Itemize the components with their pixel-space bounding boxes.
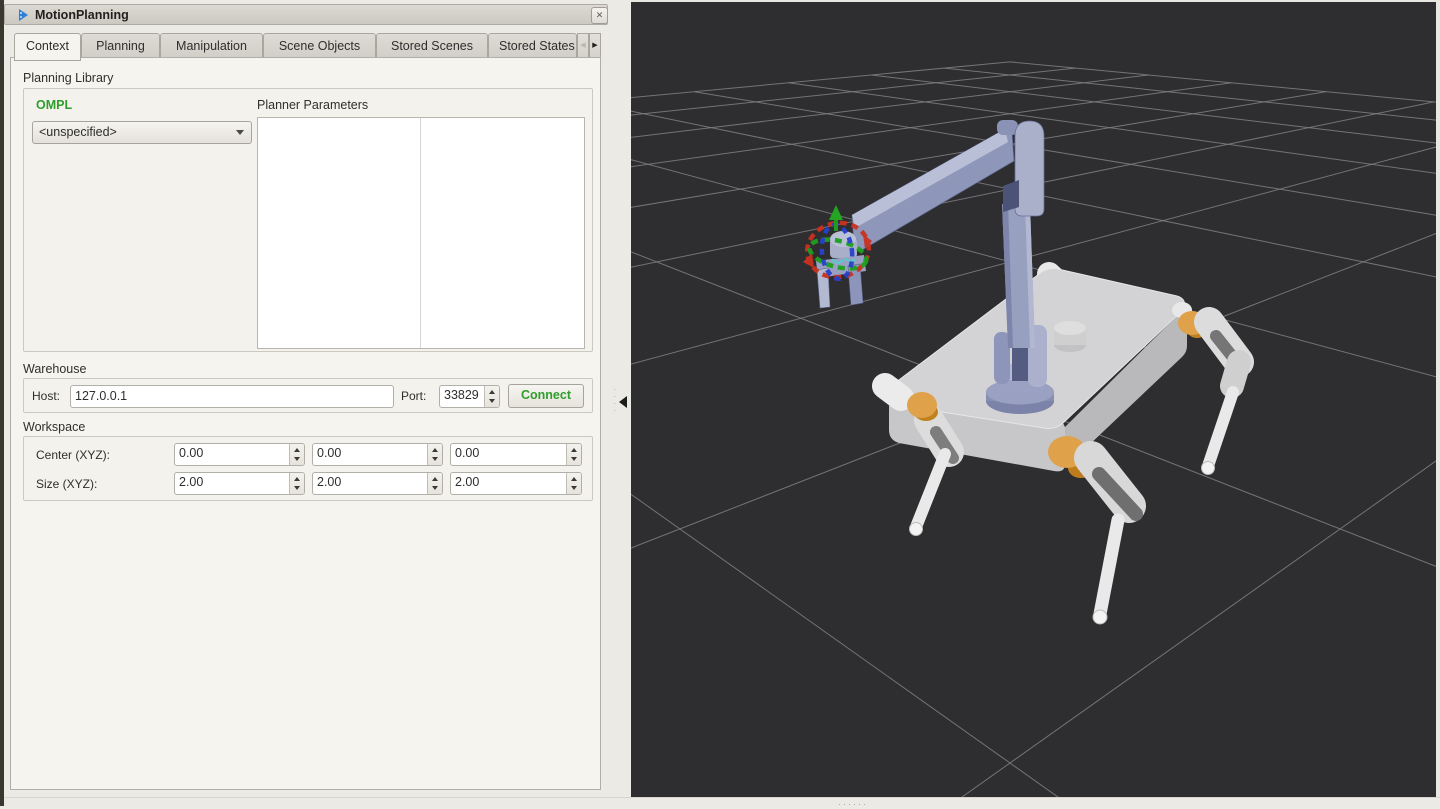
spinner-buttons[interactable] — [427, 444, 442, 465]
planner-parameters-table[interactable] — [257, 117, 585, 349]
motion-planning-panel: MotionPlanning ✕ Context Planning Manipu… — [4, 4, 608, 790]
workspace-group: Center (XYZ): 0.00 0.00 0.00 Size (XYZ):… — [23, 436, 593, 501]
tab-stored-scenes[interactable]: Stored Scenes — [376, 33, 488, 58]
spin-up-icon[interactable] — [432, 477, 438, 481]
tab-context[interactable]: Context — [14, 33, 81, 61]
port-value: 33829 — [444, 388, 479, 402]
table-column-divider — [420, 118, 421, 348]
spin-up-icon[interactable] — [571, 448, 577, 452]
planning-library-heading: Planning Library — [23, 71, 114, 85]
tab-stored-states[interactable]: Stored States — [488, 33, 577, 58]
rear-right-leg — [1172, 302, 1254, 475]
tab-scene-objects[interactable]: Scene Objects — [263, 33, 376, 58]
spin-down-icon[interactable] — [432, 457, 438, 461]
spin-down-icon[interactable] — [571, 457, 577, 461]
center-y-value: 0.00 — [317, 446, 342, 460]
spin-up-icon[interactable] — [489, 390, 495, 394]
spin-down-icon[interactable] — [489, 399, 495, 403]
size-z-value: 2.00 — [455, 475, 480, 489]
chevron-down-icon — [236, 130, 244, 135]
splitter-grip-dots: · · · · — [613, 385, 617, 415]
context-tab-page: Planning Library OMPL <unspecified> Plan… — [10, 57, 601, 790]
planner-combo[interactable]: <unspecified> — [32, 121, 252, 144]
warehouse-group: Host: 127.0.0.1 Port: 33829 Connect — [23, 378, 593, 413]
spinner-buttons[interactable] — [289, 444, 304, 465]
spin-down-icon[interactable] — [294, 486, 300, 490]
panel-splitter[interactable]: · · · · — [608, 0, 631, 797]
spin-down-icon[interactable] — [432, 486, 438, 490]
center-xyz-label: Center (XYZ): — [36, 448, 111, 462]
library-name-label: OMPL — [36, 98, 73, 112]
center-x-value: 0.00 — [179, 446, 204, 460]
panel-titlebar[interactable]: MotionPlanning ✕ — [4, 4, 608, 25]
tab-planning[interactable]: Planning — [81, 33, 160, 58]
size-z-spinbox[interactable]: 2.00 — [450, 472, 582, 495]
spinner-buttons[interactable] — [566, 473, 581, 494]
bottom-grip-dots: ······ — [838, 799, 868, 809]
spin-down-icon[interactable] — [571, 486, 577, 490]
size-xyz-label: Size (XYZ): — [36, 477, 98, 491]
planner-combo-value: <unspecified> — [39, 125, 117, 139]
size-y-spinbox[interactable]: 2.00 — [312, 472, 443, 495]
port-spinbox[interactable]: 33829 — [439, 385, 500, 408]
spinner-buttons[interactable] — [566, 444, 581, 465]
tab-manipulation[interactable]: Manipulation — [160, 33, 263, 58]
spinner-buttons[interactable] — [289, 473, 304, 494]
splitter-collapse-icon[interactable] — [619, 396, 627, 408]
center-z-spinbox[interactable]: 0.00 — [450, 443, 582, 466]
spin-up-icon[interactable] — [294, 448, 300, 452]
center-z-value: 0.00 — [455, 446, 480, 460]
quadruped-robot-model — [803, 120, 1254, 625]
spin-up-icon[interactable] — [571, 477, 577, 481]
viewport-top-border — [631, 0, 1440, 2]
front-right-leg — [1048, 436, 1146, 625]
rviz-3d-viewport[interactable] — [631, 0, 1440, 797]
spin-up-icon[interactable] — [294, 477, 300, 481]
host-input[interactable]: 127.0.0.1 — [70, 385, 394, 408]
host-label: Host: — [32, 389, 61, 403]
port-label: Port: — [401, 389, 427, 403]
planner-parameters-heading: Planner Parameters — [257, 98, 369, 112]
size-y-value: 2.00 — [317, 475, 342, 489]
panel-title: MotionPlanning — [35, 8, 129, 22]
window-bottom-bar[interactable]: ······ — [4, 797, 1440, 809]
tab-scroll-left-icon[interactable]: ◀ — [577, 33, 589, 58]
spin-up-icon[interactable] — [432, 448, 438, 452]
warehouse-heading: Warehouse — [23, 362, 87, 376]
close-button[interactable]: ✕ — [591, 7, 608, 24]
center-x-spinbox[interactable]: 0.00 — [174, 443, 305, 466]
center-y-spinbox[interactable]: 0.00 — [312, 443, 443, 466]
spinner-buttons[interactable] — [427, 473, 442, 494]
planning-library-group: OMPL <unspecified> Planner Parameters — [23, 88, 593, 352]
tab-scroll-right-icon[interactable]: ▶ — [589, 33, 601, 58]
size-x-value: 2.00 — [179, 475, 204, 489]
moveit-icon — [19, 9, 28, 21]
viewport-right-border — [1436, 0, 1440, 797]
size-x-spinbox[interactable]: 2.00 — [174, 472, 305, 495]
workspace-heading: Workspace — [23, 420, 86, 434]
spin-down-icon[interactable] — [294, 457, 300, 461]
spinner-buttons[interactable] — [484, 386, 499, 407]
connect-button[interactable]: Connect — [508, 384, 584, 408]
